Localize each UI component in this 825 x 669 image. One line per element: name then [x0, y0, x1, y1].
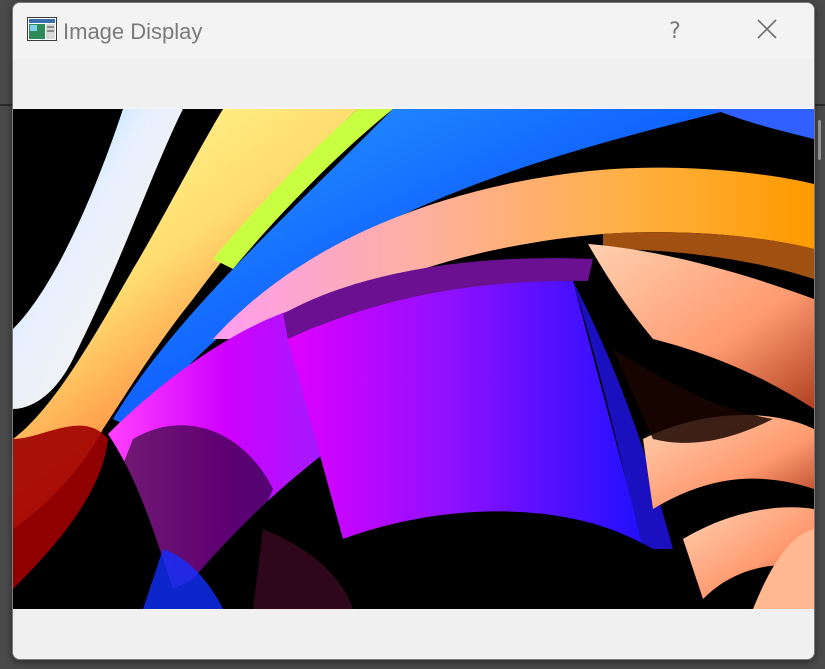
help-label: ?	[669, 18, 681, 44]
displayed-image	[13, 109, 814, 609]
window-title: Image Display	[63, 19, 203, 44]
app-window-icon	[27, 17, 57, 41]
background-scrollbar	[818, 120, 821, 160]
title-bar[interactable]: Image Display ?	[13, 3, 814, 59]
close-button[interactable]	[743, 9, 791, 53]
help-button[interactable]: ?	[653, 9, 697, 53]
close-icon	[756, 18, 778, 44]
image-display-dialog: Image Display ?	[12, 2, 815, 660]
footer-panel	[13, 609, 814, 659]
header-panel	[13, 59, 814, 107]
